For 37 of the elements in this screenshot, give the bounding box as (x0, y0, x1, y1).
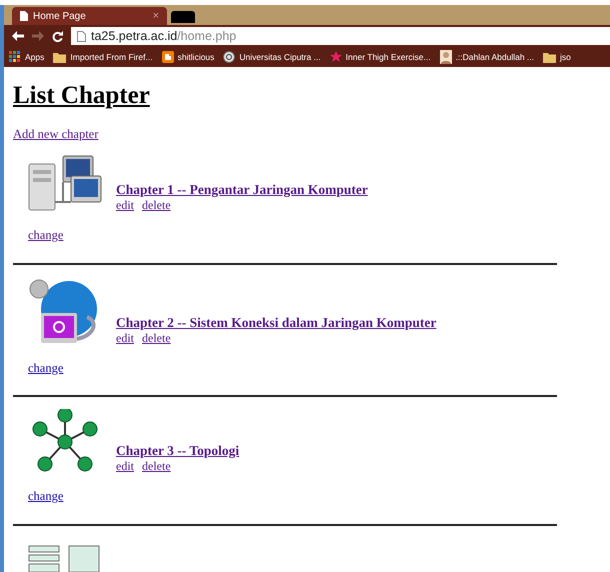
chapter-title-link[interactable]: Chapter 3 -- Topologi (116, 443, 240, 460)
tab-close[interactable]: × (152, 8, 159, 24)
edit-link[interactable]: edit (116, 330, 134, 344)
folder-icon (543, 52, 556, 62)
globe-icon (223, 51, 236, 63)
page-icon (20, 11, 28, 21)
apps-grid-icon (9, 51, 21, 63)
edit-link[interactable]: edit (116, 459, 134, 474)
bookmark-item[interactable]: shitlicious (162, 50, 214, 64)
delete-link[interactable]: delete (142, 330, 171, 344)
browser-tab[interactable]: Home Page × (12, 7, 167, 25)
folder-icon (53, 52, 66, 62)
avatar-icon (440, 50, 452, 64)
edit-link[interactable]: edit (116, 198, 134, 212)
url-text: ta25.petra.ac.id/home.php (91, 28, 236, 45)
chapter-title-link[interactable]: Chapter 1 -- Pengantar Jaringan Komputer (116, 182, 368, 198)
bookmark-item[interactable]: Apps (9, 50, 44, 64)
back-arrow-icon[interactable] (12, 31, 24, 41)
bookmark-item[interactable]: Imported From Firef... (53, 50, 153, 64)
chapter-title-link[interactable]: Chapter 2 -- Sistem Koneksi dalam Jaringan Komputer (116, 314, 436, 330)
bookmark-item[interactable]: .::Dahlan Abdullah ... (440, 50, 534, 64)
page-heading: List Chapter (13, 81, 150, 111)
change-link[interactable]: change (28, 226, 64, 244)
bookmark-item[interactable]: Inner Thigh Exercise... (330, 50, 431, 64)
change-link[interactable]: change (28, 358, 64, 378)
add-chapter-link[interactable]: Add new chapter (13, 125, 98, 144)
delete-link[interactable]: delete (142, 459, 171, 474)
bookmark-item[interactable]: jso (543, 50, 571, 64)
page-icon (77, 30, 86, 42)
blogger-icon (162, 51, 174, 63)
star-icon (330, 51, 342, 63)
reload-icon[interactable] (52, 30, 63, 42)
change-link[interactable]: change (28, 487, 64, 506)
delete-link[interactable]: delete (142, 198, 171, 212)
bookmark-item[interactable]: Universitas Ciputra ... (223, 50, 321, 64)
tab-title: Home Page (33, 10, 87, 24)
address-bar[interactable]: ta25.petra.ac.id/home.php (71, 27, 610, 45)
